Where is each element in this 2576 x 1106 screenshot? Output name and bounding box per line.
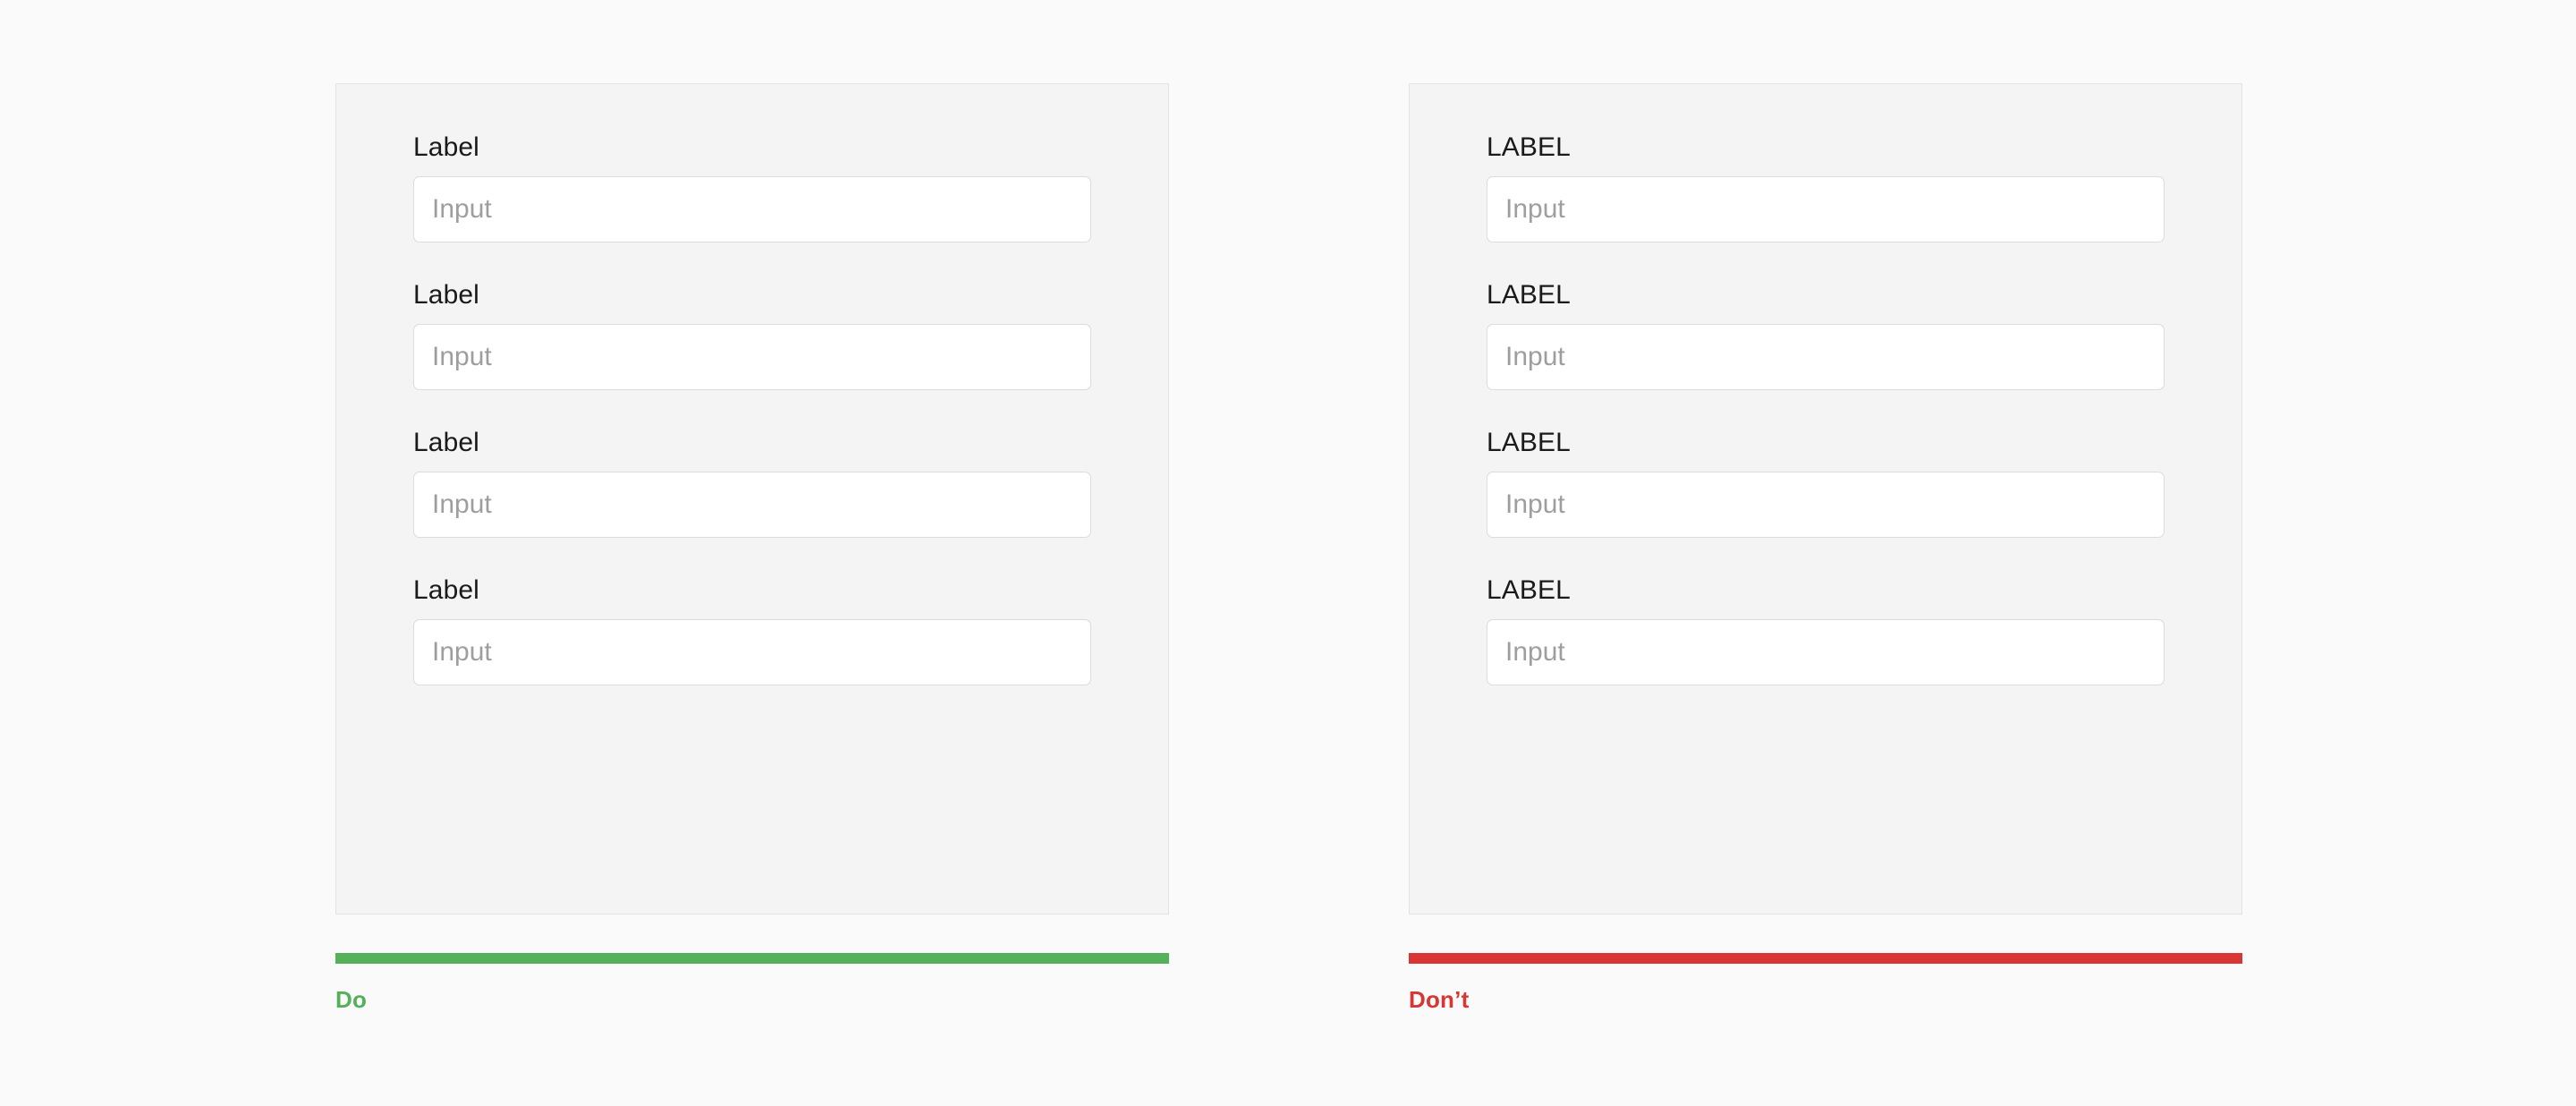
- dont-form-panel: LABEL LABEL LABEL LABEL: [1409, 83, 2242, 915]
- text-input[interactable]: [413, 472, 1091, 538]
- field-label: LABEL: [1487, 280, 1571, 310]
- comparison-stage: Label Label Label Label Do LABEL: [0, 0, 2576, 1106]
- form-field-group: Label: [413, 278, 1091, 390]
- dont-verdict-label: Don’t: [1409, 986, 1470, 1013]
- field-label: LABEL: [1487, 132, 1571, 162]
- text-input[interactable]: [413, 619, 1091, 685]
- field-label: Label: [413, 280, 479, 310]
- form-field-group: LABEL: [1487, 426, 2165, 538]
- text-input[interactable]: [1487, 176, 2165, 242]
- do-form-panel: Label Label Label Label: [335, 83, 1169, 915]
- field-label: Label: [413, 132, 479, 162]
- do-example: Label Label Label Label Do: [335, 83, 1169, 1014]
- do-verdict-bar: [335, 953, 1169, 964]
- form-field-group: Label: [413, 131, 1091, 242]
- text-input[interactable]: [413, 176, 1091, 242]
- form-field-group: LABEL: [1487, 131, 2165, 242]
- form-field-group: Label: [413, 574, 1091, 685]
- form-field-group: Label: [413, 426, 1091, 538]
- dont-verdict-bar: [1409, 953, 2242, 964]
- field-label: Label: [413, 428, 479, 457]
- form-field-group: LABEL: [1487, 574, 2165, 685]
- field-label: LABEL: [1487, 575, 1571, 605]
- text-input[interactable]: [413, 324, 1091, 390]
- text-input[interactable]: [1487, 619, 2165, 685]
- text-input[interactable]: [1487, 324, 2165, 390]
- do-verdict-label: Do: [335, 986, 368, 1013]
- field-label: LABEL: [1487, 428, 1571, 457]
- field-label: Label: [413, 575, 479, 605]
- form-field-group: LABEL: [1487, 278, 2165, 390]
- text-input[interactable]: [1487, 472, 2165, 538]
- dont-example: LABEL LABEL LABEL LABEL Don’t: [1409, 83, 2242, 1014]
